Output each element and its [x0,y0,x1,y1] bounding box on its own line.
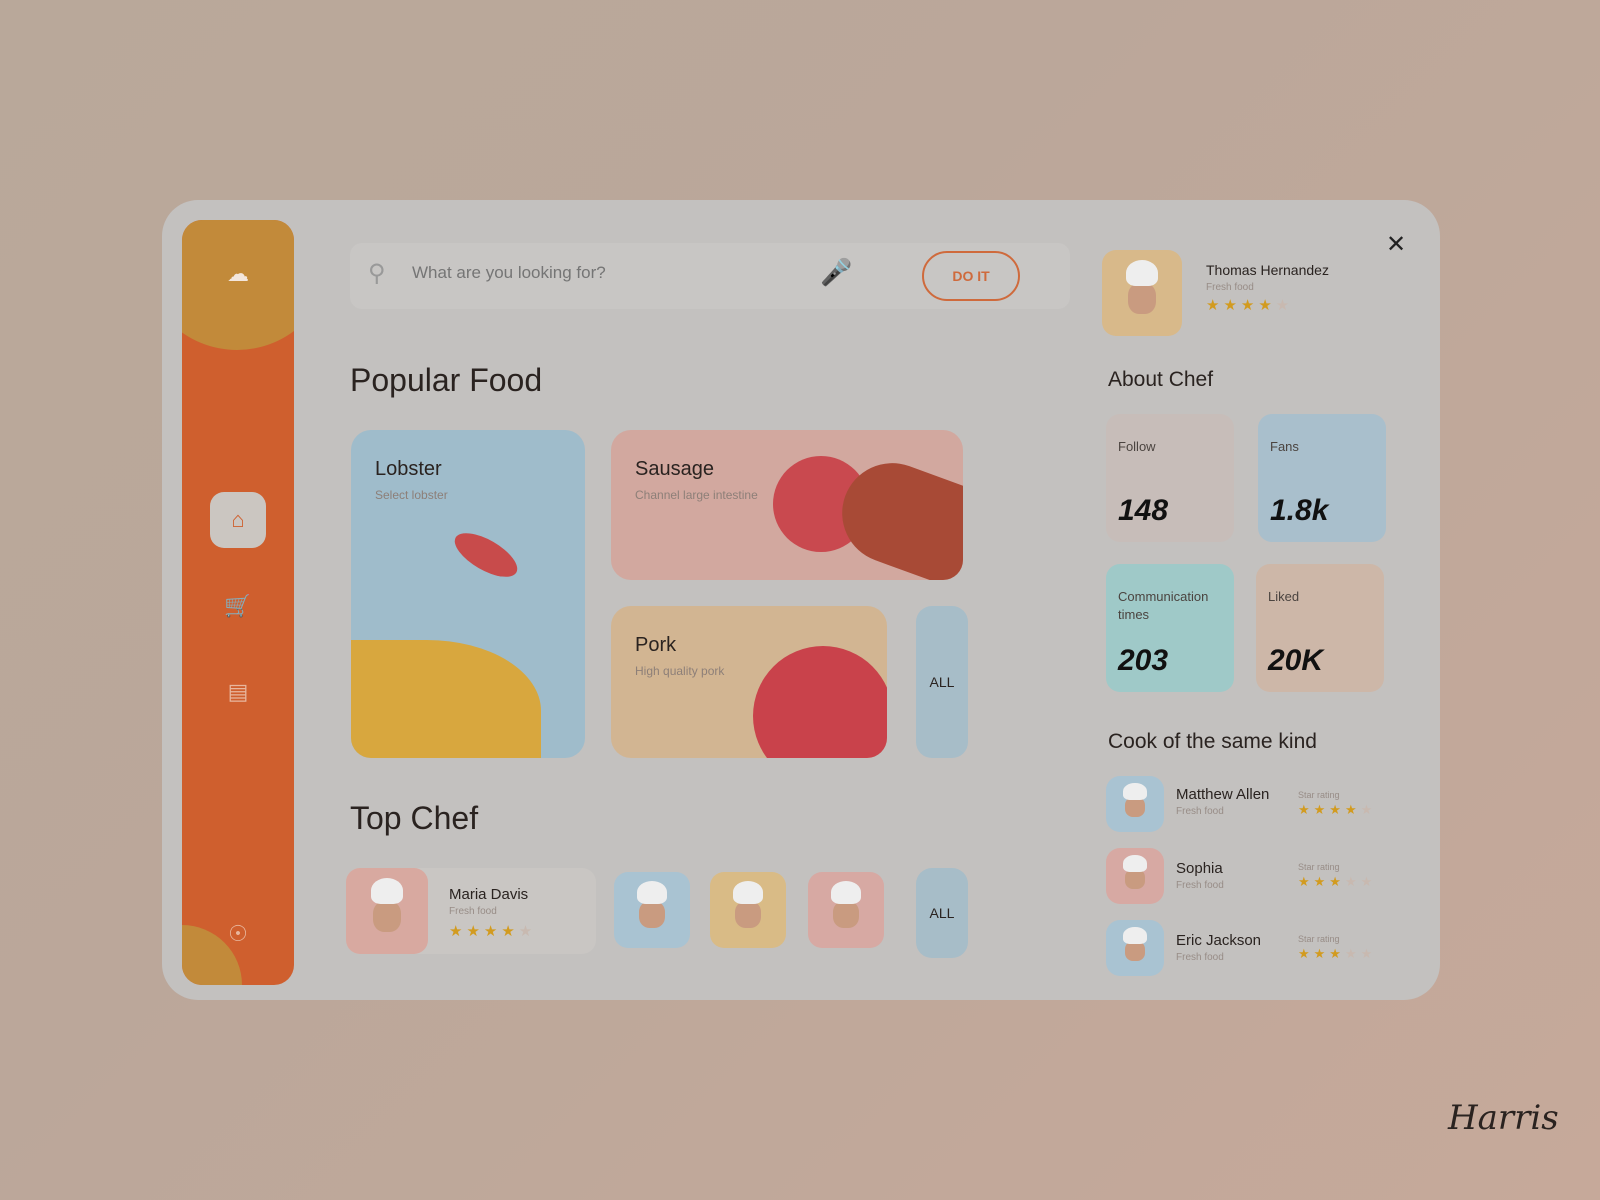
star-rating: ★★★★★ [1298,802,1377,817]
food-desc: Channel large intestine [635,488,758,502]
microphone-icon[interactable]: 🎤 [820,257,852,288]
home-icon[interactable]: ⌂ [210,492,266,548]
stat-follow: Follow 148 [1106,414,1234,542]
settings-icon[interactable]: ☉ [210,906,266,962]
do-it-button[interactable]: DO IT [922,251,1020,301]
star-rating: ★★★★★ [1298,946,1377,961]
close-icon[interactable]: ✕ [1386,230,1406,259]
chef-avatar[interactable] [710,872,786,948]
avatar [1106,848,1164,904]
profile-name: Thomas Hernandez [1206,262,1329,278]
all-food-button[interactable]: ALL [916,606,968,758]
stat-communication: Communication times 203 [1106,564,1234,692]
chef-avatar[interactable] [808,872,884,948]
chef-avatar[interactable] [614,872,690,948]
food-card-pork[interactable]: Pork High quality pork [611,606,887,758]
chef-hat-logo-icon: ☁ [227,261,249,286]
search-icon: ⚲ [368,260,386,287]
cart-icon[interactable]: 🛒 [210,578,266,634]
food-desc: High quality pork [635,664,725,678]
food-desc: Select lobster [375,488,448,502]
search-input[interactable] [412,263,792,283]
top-chef-card[interactable]: Maria Davis Fresh food ★★★★★ [346,868,596,954]
star-rating: ★★★★★ [1298,874,1377,889]
cook-row[interactable]: Matthew Allen Fresh food Star rating ★★★… [1106,776,1396,836]
document-icon[interactable]: ▤ [210,664,266,720]
about-chef-title: About Chef [1108,368,1214,391]
chef-desc: Fresh food [449,906,497,917]
chef-name: Maria Davis [449,886,529,903]
food-name: Sausage [635,458,714,480]
star-rating: ★★★★★ [449,923,537,940]
all-chefs-button[interactable]: ALL [916,868,968,958]
popular-food-title: Popular Food [350,362,543,398]
sidebar: ☁ ⌂ 🛒 ▤ ☉ [182,220,294,985]
stat-liked: Liked 20K [1256,564,1384,692]
profile-desc: Fresh food [1206,282,1254,293]
cook-row[interactable]: Eric Jackson Fresh food Star rating ★★★★… [1106,920,1396,980]
signature: Harris [1448,1098,1559,1138]
profile-avatar [1102,250,1182,336]
avatar [1106,776,1164,832]
avatar [346,868,428,954]
food-card-lobster[interactable]: Lobster Select lobster [351,430,585,758]
pork-illustration [753,646,887,758]
lobster-illustration [351,640,541,758]
cook-row[interactable]: Sophia Fresh food Star rating ★★★★★ [1106,848,1396,908]
same-kind-title: Cook of the same kind [1108,730,1317,753]
stat-fans: Fans 1.8k [1258,414,1386,542]
food-name: Lobster [375,458,442,480]
avatar [1106,920,1164,976]
profile-star-rating: ★★★★★ [1206,297,1294,314]
food-name: Pork [635,634,677,656]
top-chef-title: Top Chef [350,800,479,836]
food-card-sausage[interactable]: Sausage Channel large intestine [611,430,963,580]
